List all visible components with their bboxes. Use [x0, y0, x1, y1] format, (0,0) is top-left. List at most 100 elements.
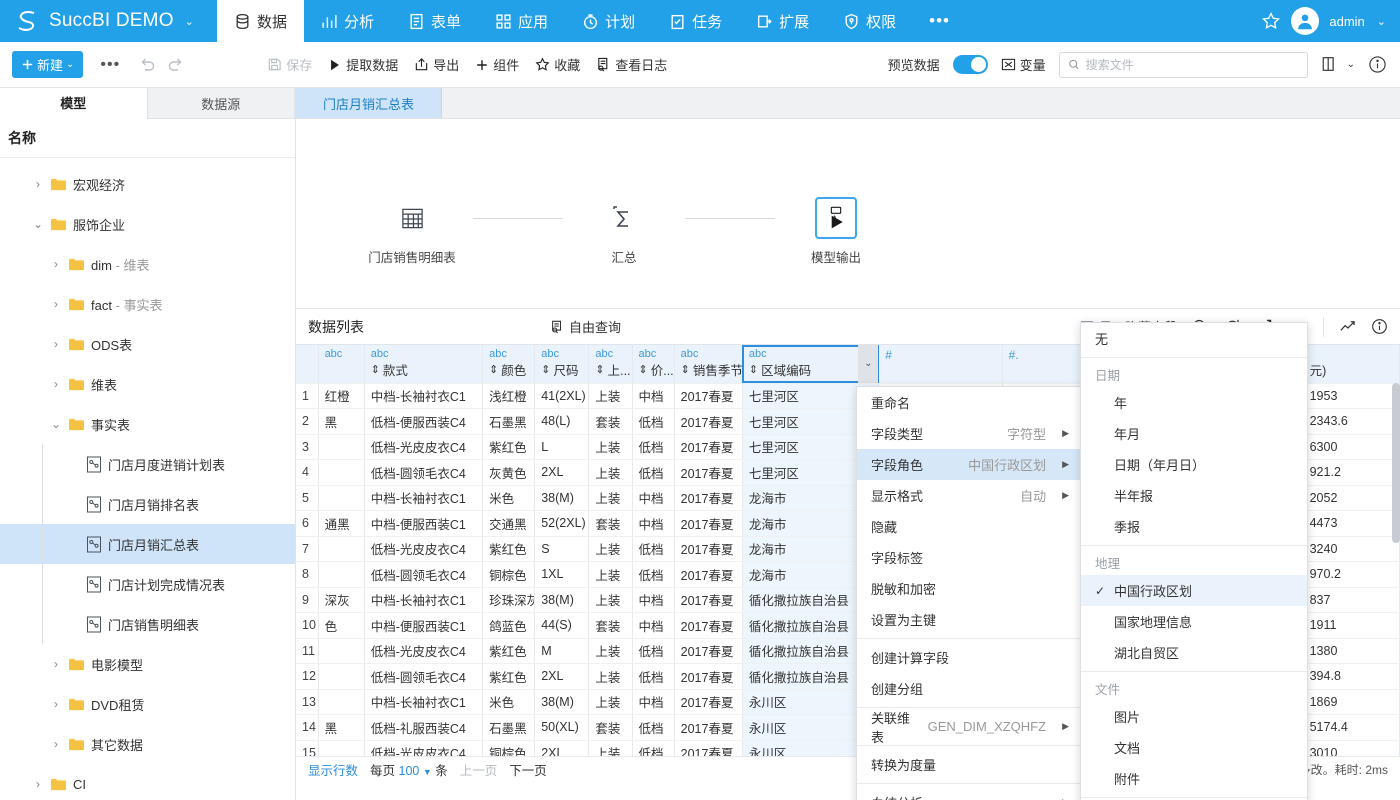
grid-vertical-scrollbar[interactable]: [1392, 383, 1400, 543]
tree-item[interactable]: ›电影模型: [0, 644, 295, 684]
export-button[interactable]: 导出: [414, 55, 459, 74]
menu-item[interactable]: 季报: [1081, 511, 1307, 542]
nav-tab-permission[interactable]: 权限: [826, 0, 913, 42]
document-tab-active[interactable]: 门店月销汇总表: [296, 88, 442, 118]
column-header[interactable]: abc⇕尺码: [535, 345, 589, 383]
undo-icon[interactable]: [137, 55, 157, 75]
tree-item[interactable]: ›ODS表: [0, 324, 295, 364]
sort-icon[interactable]: ⇕: [639, 363, 648, 376]
nav-tab-form[interactable]: 表单: [391, 0, 478, 42]
tree-expand-caret-icon[interactable]: ›: [50, 737, 62, 751]
avatar[interactable]: [1291, 7, 1319, 35]
column-header[interactable]: abc⇕颜色: [483, 345, 535, 383]
tab-model[interactable]: 模型: [0, 88, 147, 119]
column-menu-chevron-down-icon[interactable]: ⌄: [858, 345, 878, 383]
column-header[interactable]: 元): [1303, 345, 1399, 383]
menu-item[interactable]: 无: [1081, 323, 1307, 354]
tree-expand-caret-icon[interactable]: ›: [50, 697, 62, 711]
column-header[interactable]: abc: [318, 345, 364, 383]
menu-item[interactable]: 关联维表GEN_DIM_XZQHFZ▶: [857, 711, 1083, 742]
menu-item[interactable]: 血统分析▶: [857, 787, 1083, 800]
tree-item[interactable]: ›门店计划完成情况表: [0, 564, 295, 604]
flow-node-source-table[interactable]: 门店销售明细表: [351, 197, 473, 266]
redo-icon[interactable]: [166, 55, 186, 75]
menu-item[interactable]: 重命名: [857, 387, 1083, 418]
tree-expand-caret-icon[interactable]: ›: [50, 297, 62, 311]
menu-item[interactable]: 字段类型字符型▶: [857, 418, 1083, 449]
view-log-button[interactable]: 查看日志: [596, 55, 667, 74]
menu-item[interactable]: 隐藏: [857, 511, 1083, 542]
show-rows-link[interactable]: 显示行数: [308, 760, 358, 779]
tree-item[interactable]: ›其它数据: [0, 724, 295, 764]
layout-panel-icon[interactable]: [1321, 55, 1341, 75]
tree-expand-caret-icon[interactable]: ⌄: [32, 217, 44, 231]
flow-node-model-output[interactable]: 模型输出: [775, 197, 897, 266]
flow-node-aggregate[interactable]: 汇总: [563, 197, 685, 266]
menu-item[interactable]: 年月: [1081, 418, 1307, 449]
tree-item[interactable]: ›宏观经济: [0, 164, 295, 204]
prev-page-button[interactable]: 上一页: [460, 760, 498, 779]
tree-item[interactable]: ›门店月销汇总表: [0, 524, 295, 564]
brand-area[interactable]: SuccBI DEMO ⌄: [0, 0, 217, 42]
tree-expand-caret-icon[interactable]: ›: [50, 257, 62, 271]
tree-expand-caret-icon[interactable]: ›: [50, 377, 62, 391]
tree-expand-caret-icon[interactable]: ⌄: [50, 417, 62, 431]
model-flow-canvas[interactable]: 门店销售明细表 汇总: [296, 119, 1400, 308]
column-header[interactable]: abc⇕区域编码⌄: [742, 345, 878, 383]
tree-item[interactable]: ›门店销售明细表: [0, 604, 295, 644]
info-icon[interactable]: [1368, 55, 1388, 75]
menu-item[interactable]: 脱敏和加密: [857, 573, 1083, 604]
nav-tab-extension[interactable]: 扩展: [739, 0, 826, 42]
field-role-submenu[interactable]: 无日期年年月日期（年月日）半年报季报地理✓中国行政区划国家地理信息湖北自贸区文件…: [1080, 322, 1308, 800]
search-file-box[interactable]: [1059, 52, 1308, 78]
brand-chevron-down-icon[interactable]: ⌄: [185, 15, 194, 28]
nav-more-button[interactable]: •••: [913, 0, 966, 42]
search-file-input[interactable]: [1086, 58, 1299, 72]
tree-item[interactable]: ›dim - 维表: [0, 244, 295, 284]
column-header[interactable]: abc⇕销售季节: [674, 345, 742, 383]
menu-item[interactable]: 设置为主键: [857, 604, 1083, 635]
menu-item[interactable]: 日期（年月日）: [1081, 449, 1307, 480]
sort-icon[interactable]: ⇕: [749, 363, 758, 376]
tree-expand-caret-icon[interactable]: ›: [32, 177, 44, 191]
new-button[interactable]: 新建 ⌄: [12, 51, 83, 78]
field-context-menu[interactable]: 重命名字段类型字符型▶字段角色中国行政区划▶显示格式自动▶隐藏字段标签脱敏和加密…: [856, 386, 1084, 800]
tree-item[interactable]: ›fact - 事实表: [0, 284, 295, 324]
column-header[interactable]: #: [879, 345, 1002, 383]
nav-tab-plan[interactable]: 计划: [565, 0, 652, 42]
tree-item[interactable]: ›DVD租赁: [0, 684, 295, 724]
column-header[interactable]: abc⇕款式: [364, 345, 482, 383]
add-component-button[interactable]: 组件: [475, 55, 519, 74]
tab-datasource[interactable]: 数据源: [147, 88, 296, 119]
menu-item[interactable]: 附件: [1081, 763, 1307, 794]
menu-item[interactable]: 创建计算字段: [857, 642, 1083, 673]
menu-item[interactable]: 半年报: [1081, 480, 1307, 511]
menu-item[interactable]: 国家地理信息: [1081, 606, 1307, 637]
tree-item[interactable]: ›门店月销排名表: [0, 484, 295, 524]
sort-icon[interactable]: ⇕: [371, 363, 380, 376]
tree-item[interactable]: ⌄事实表: [0, 404, 295, 444]
menu-item[interactable]: 字段标签: [857, 542, 1083, 573]
menu-item[interactable]: 显示格式自动▶: [857, 480, 1083, 511]
tree-item[interactable]: ⌄服饰企业: [0, 204, 295, 244]
extract-data-button[interactable]: 提取数据: [328, 55, 398, 74]
menu-item[interactable]: 字段角色中国行政区划▶: [857, 449, 1083, 480]
preview-data-toggle[interactable]: [953, 55, 988, 74]
per-page-control[interactable]: 每页 100 ▼ 条: [370, 760, 448, 779]
free-query-button[interactable]: 自由查询: [550, 317, 621, 336]
column-header[interactable]: [296, 345, 318, 383]
tree-item[interactable]: ›门店月度进销计划表: [0, 444, 295, 484]
menu-item[interactable]: ✓中国行政区划: [1081, 575, 1307, 606]
column-header[interactable]: abc⇕价...: [632, 345, 674, 383]
toolbar-more-button[interactable]: •••: [92, 56, 128, 74]
variable-button[interactable]: 变量: [1001, 55, 1046, 74]
menu-item[interactable]: 转换为度量: [857, 749, 1083, 780]
user-chevron-down-icon[interactable]: ⌄: [1377, 15, 1386, 28]
tree-expand-caret-icon[interactable]: ›: [50, 337, 62, 351]
menu-item[interactable]: 创建分组: [857, 673, 1083, 704]
info-icon[interactable]: [1371, 318, 1388, 335]
nav-tab-data[interactable]: 数据: [217, 0, 304, 42]
nav-tab-apps[interactable]: 应用: [478, 0, 565, 42]
sort-icon[interactable]: ⇕: [681, 363, 690, 376]
tree-expand-caret-icon[interactable]: ›: [32, 777, 44, 791]
